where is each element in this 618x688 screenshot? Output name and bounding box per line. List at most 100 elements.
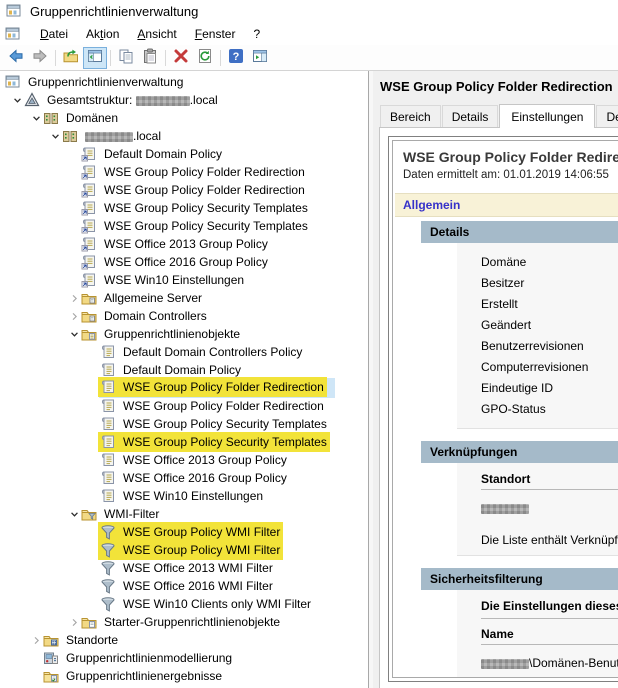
console-tree-pane[interactable]: Gruppenrichtlinienverwaltung Gesamtstrukt… <box>0 71 369 688</box>
chevron-down-icon[interactable] <box>68 508 80 520</box>
delete-button[interactable] <box>169 47 193 69</box>
tree-item[interactable]: .local <box>0 127 368 145</box>
section-security-header[interactable]: Sicherheitsfilterung <box>421 568 618 590</box>
chevron-down-icon[interactable] <box>68 328 80 340</box>
gpo-icon <box>100 344 116 360</box>
tree-item[interactable]: WSE Office 2013 WMI Filter <box>0 559 368 577</box>
tree-item[interactable]: WSE Office 2016 WMI Filter <box>0 577 368 595</box>
back-button[interactable] <box>4 47 28 69</box>
toolbar-separator <box>165 49 166 66</box>
menu-datei[interactable]: Datei <box>31 24 77 44</box>
tree-item-content: Gruppenrichtlinienmodellierung <box>42 649 234 667</box>
report-frame[interactable]: WSE Group Policy Folder Redirection Date… <box>388 136 618 682</box>
section-allgemein[interactable]: Allgemein <box>395 193 618 217</box>
tree-item[interactable]: WSE Group Policy WMI Filter <box>0 523 368 541</box>
ou-icon <box>81 308 97 324</box>
chevron-down-icon[interactable] <box>30 112 42 124</box>
toolbar-separator <box>110 49 111 66</box>
tree-item[interactable]: Gruppenrichtlinienverwaltung <box>0 73 368 91</box>
tree-item[interactable]: Default Domain Controllers Policy <box>0 343 368 361</box>
tree-item-label: Gruppenrichtlinienergebnisse <box>66 669 223 683</box>
forward-button[interactable] <box>28 47 52 69</box>
menu-ansicht[interactable]: Ansicht <box>128 24 185 44</box>
section-details-header[interactable]: Details <box>421 221 618 243</box>
links-site-value <box>481 497 618 519</box>
tab-details[interactable]: Details <box>441 105 499 127</box>
tree-item[interactable]: Domänen <box>0 109 368 127</box>
tree-item[interactable]: WSE Office 2016 Group Policy <box>0 253 368 271</box>
action-pane-toggle-icon <box>252 48 268 67</box>
tree-item[interactable]: WSE Group Policy WMI Filter <box>0 541 368 559</box>
tree-item-label: Gruppenrichtlinienverwaltung <box>28 75 184 89</box>
security-group-row: \Domänen-Benutzer <box>481 652 618 674</box>
tree-item[interactable]: Gesamtstruktur: .local <box>0 91 368 109</box>
console-tree-toggle-button[interactable] <box>83 46 107 69</box>
tree-item-content: .local <box>61 127 163 145</box>
settings-tab-panel: WSE Group Policy Folder Redirection Date… <box>379 127 618 688</box>
section-links-header[interactable]: Verknüpfungen <box>421 441 618 463</box>
toolbar-separator <box>55 49 56 66</box>
copy-button[interactable] <box>114 47 138 69</box>
refresh-button[interactable] <box>193 47 217 69</box>
app-icon <box>6 3 22 19</box>
tree-item[interactable]: Standorte <box>0 631 368 649</box>
tree-item[interactable]: Default Domain Policy <box>0 361 368 379</box>
help-button[interactable]: ? <box>224 47 248 69</box>
chevron-right-icon[interactable] <box>68 616 80 628</box>
tree-item[interactable]: WSE Win10 Clients only WMI Filter <box>0 595 368 613</box>
tree-item-content: Domänen <box>42 109 120 127</box>
tree-item[interactable]: Default Domain Policy <box>0 145 368 163</box>
tree-item[interactable]: WSE Office 2013 Group Policy <box>0 235 368 253</box>
tree-item[interactable]: Gruppenrichtlinienergebnisse <box>0 667 368 685</box>
tree-item[interactable]: Domain Controllers <box>0 307 368 325</box>
gpo-icon <box>100 488 116 504</box>
tree-item[interactable]: WMI-Filter <box>0 505 368 523</box>
tree-item[interactable]: Gruppenrichtlinienmodellierung <box>0 649 368 667</box>
tab-delegierung[interactable]: Delegierung <box>596 105 618 127</box>
menu-hilfe[interactable]: ? <box>244 24 269 44</box>
tree-item-label: WSE Group Policy Folder Redirection <box>104 165 305 179</box>
paste-icon <box>142 48 158 67</box>
tree-item[interactable]: WSE Group Policy Security Templates <box>0 433 368 451</box>
chevron-right-icon[interactable] <box>30 634 42 646</box>
back-icon <box>8 48 24 67</box>
security-intro: Die Einstellungen dieses G <box>481 599 618 619</box>
tree-item-label: WSE Office 2013 Group Policy <box>104 237 268 251</box>
tree-item[interactable]: WSE Group Policy Security Templates <box>0 415 368 433</box>
menu-aktion[interactable]: Aktion <box>77 24 128 44</box>
chevron-right-icon[interactable] <box>68 292 80 304</box>
tree-item[interactable]: WSE Group Policy Folder Redirection <box>0 181 368 199</box>
tree-item[interactable]: WSE Group Policy Folder Redirection <box>0 378 368 398</box>
tree-item[interactable]: Gruppenrichtlinienobjekte <box>0 325 368 343</box>
tab-einstellungen[interactable]: Einstellungen <box>499 104 596 128</box>
tree-item[interactable]: WSE Group Policy Folder Redirection <box>0 163 368 181</box>
tree-item-label: Default Domain Controllers Policy <box>123 345 303 359</box>
tree-item[interactable]: WSE Group Policy Folder Redirection <box>0 397 368 415</box>
tree-item[interactable]: WSE Office 2013 Group Policy <box>0 451 368 469</box>
up-level-button[interactable] <box>59 47 83 69</box>
paste-button[interactable] <box>138 47 162 69</box>
menu-fenster[interactable]: Fenster <box>186 24 245 44</box>
tree-item[interactable]: WSE Group Policy Security Templates <box>0 199 368 217</box>
gpolink-icon <box>81 236 97 252</box>
chevron-down-icon[interactable] <box>49 130 61 142</box>
redacted-site-name <box>481 503 529 514</box>
svg-text:?: ? <box>233 51 240 63</box>
action-pane-toggle-button[interactable] <box>248 47 272 69</box>
gpo-icon <box>100 434 116 450</box>
gpo-icon <box>100 470 116 486</box>
tree-item[interactable]: Allgemeine Server <box>0 289 368 307</box>
tree-item[interactable]: WSE Group Policy Security Templates <box>0 217 368 235</box>
gpo-icon <box>100 452 116 468</box>
tab-bereich[interactable]: Bereich <box>380 105 441 127</box>
tree-item[interactable]: WSE Win10 Einstellungen <box>0 271 368 289</box>
tree-item[interactable]: Starter-Gruppenrichtlinienobjekte <box>0 613 368 631</box>
chevron-down-icon[interactable] <box>11 94 23 106</box>
selected-tree-item-highlight: WSE Group Policy Folder Redirection <box>99 378 335 398</box>
chevron-right-icon[interactable] <box>68 310 80 322</box>
tree-item-content: WSE Group Policy Security Templates <box>99 433 329 451</box>
tree-item[interactable]: WSE Office 2016 Group Policy <box>0 469 368 487</box>
tree-item[interactable]: WSE Win10 Einstellungen <box>0 487 368 505</box>
